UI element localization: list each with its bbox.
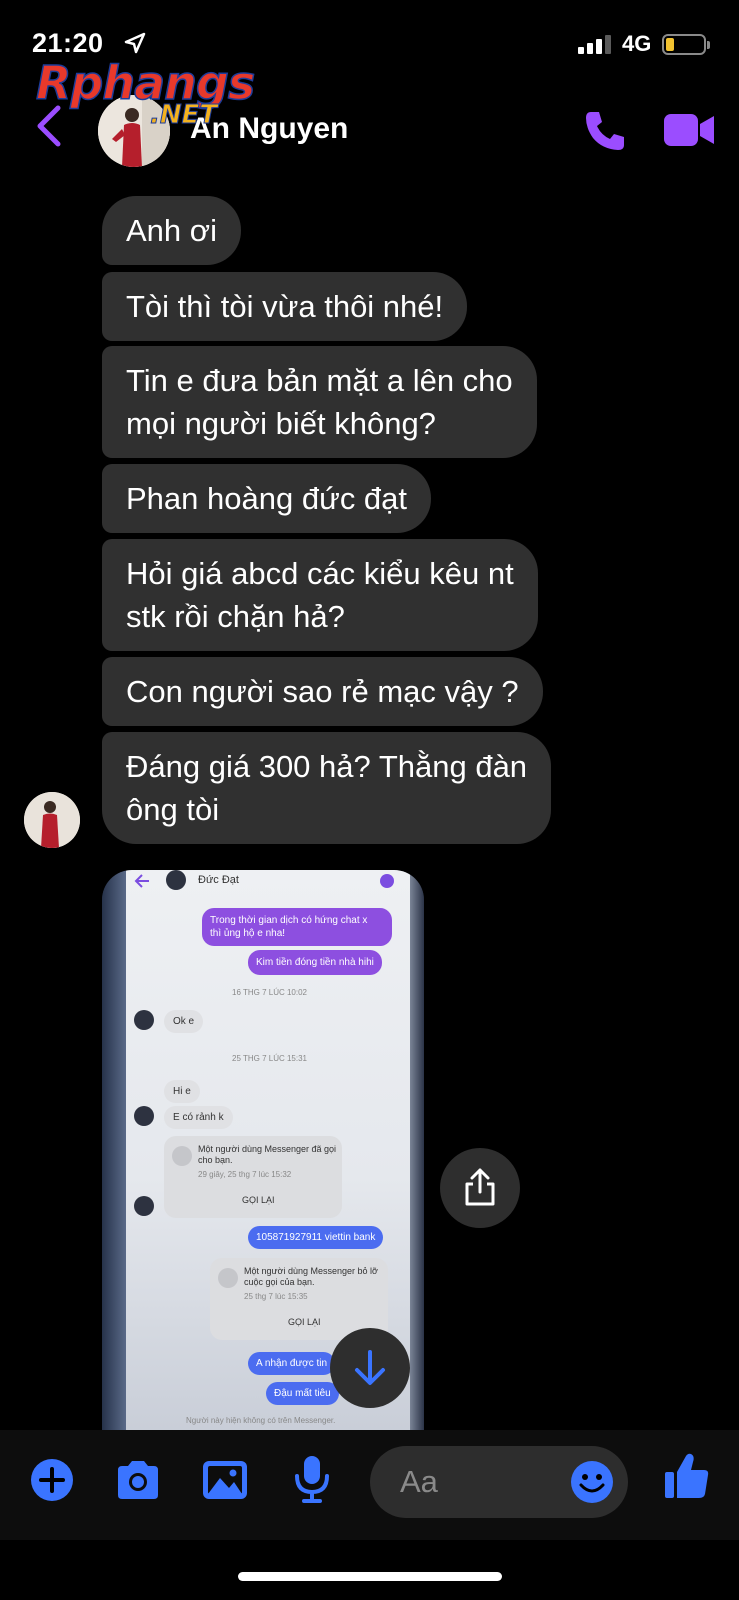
plus-icon[interactable] (30, 1458, 74, 1502)
message-bubble[interactable]: Phan hoàng đức đạt (102, 464, 432, 533)
photo-message: Trong thời gian dịch có hứng chat x thì … (202, 908, 392, 946)
microphone-icon[interactable] (292, 1454, 332, 1504)
photo-info-icon (380, 874, 394, 888)
signal-icon (578, 35, 611, 54)
home-indicator[interactable] (238, 1572, 502, 1581)
network-type: 4G (622, 31, 652, 56)
photo-message: E có rảnh k (164, 1106, 233, 1129)
message-bubble[interactable]: Đáng giá 300 hả? Thằng đàn ông tòi (102, 732, 552, 844)
message-bubble[interactable]: Con người sao rẻ mạc vậy ? (102, 657, 543, 726)
message-bubble[interactable]: Tin e đưa bản mặt a lên cho mọi người bi… (102, 346, 537, 458)
watermark-sub: .NET (149, 100, 218, 131)
message-input-placeholder: Aa (400, 1464, 438, 1499)
photo-call-card: Một người dùng Messenger bỏ lỡ cuộc gọi … (210, 1258, 388, 1340)
message-bubble[interactable]: Hỏi giá abcd các kiểu kêu nt stk rồi chặ… (102, 539, 538, 651)
photo-timestamp: 16 THG 7 LÚC 10:02 (232, 988, 308, 997)
location-arrow-icon (124, 32, 146, 54)
emoji-icon[interactable] (570, 1460, 614, 1504)
share-icon (465, 1168, 495, 1206)
photo-back-icon (134, 874, 149, 888)
watermark-logo: Rphangs .NET (35, 55, 266, 136)
image-icon[interactable] (202, 1460, 248, 1500)
status-time: 21:20 (32, 28, 104, 58)
video-camera-icon[interactable] (664, 112, 716, 148)
sender-avatar[interactable] (24, 792, 80, 848)
photo-message: 105871927911 viettin bank (248, 1226, 384, 1249)
battery-icon (662, 34, 710, 55)
photo-footer: Người này hiện không có trên Messenger. (186, 1416, 336, 1425)
thumbs-up-icon[interactable] (664, 1452, 710, 1500)
photo-contact-avatar (166, 870, 186, 890)
scroll-to-bottom-button[interactable] (330, 1328, 410, 1408)
message-bubble[interactable]: Anh ơi (102, 196, 241, 265)
message-bubble[interactable]: Tòi thì tòi vừa thôi nhé! (102, 272, 468, 341)
photo-message: Kim tiền đóng tiền nhà hihi (248, 950, 382, 975)
photo-call-card: Một người dùng Messenger đã gọi cho bạn.… (164, 1136, 342, 1218)
photo-timestamp: 25 THG 7 LÚC 15:31 (232, 1054, 308, 1063)
message-input[interactable]: Aa (370, 1446, 628, 1518)
phone-icon[interactable] (582, 108, 628, 154)
photo-message: Ok e (164, 1010, 204, 1033)
photo-contact-name: Đức Đạt (198, 874, 239, 886)
camera-icon[interactable] (114, 1460, 162, 1500)
message-composer: Aa (0, 1430, 739, 1540)
watermark-main: Rphangs (35, 55, 256, 111)
arrow-down-icon (355, 1350, 385, 1385)
photo-message: Đậu mất tiêu (266, 1382, 339, 1405)
photo-message: Hi e (164, 1080, 200, 1103)
share-button[interactable] (440, 1148, 520, 1228)
photo-message: A nhận được tin (248, 1352, 336, 1375)
